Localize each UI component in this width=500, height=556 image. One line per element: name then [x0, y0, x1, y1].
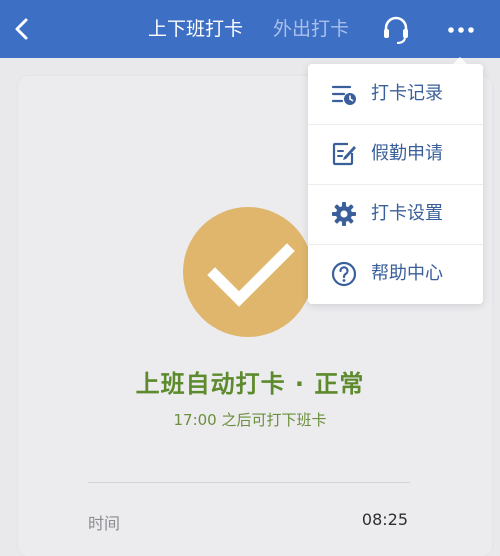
menu-item-label: 假勤申请	[371, 143, 443, 164]
menu-item-label: 打卡设置	[371, 203, 443, 224]
menu-item-label: 帮助中心	[371, 263, 443, 284]
menu-item-clock-records[interactable]: 打卡记录	[308, 64, 483, 124]
status-circle	[183, 207, 313, 337]
menu-item-clock-settings[interactable]: 打卡设置	[308, 184, 483, 244]
menu-item-label: 打卡记录	[371, 83, 443, 104]
menu-item-help-center[interactable]: 帮助中心	[308, 244, 483, 304]
record-icon	[331, 85, 356, 105]
time-value: 08:25	[361, 510, 408, 529]
status-subtitle: 17:00 之后可打下班卡	[173, 411, 327, 429]
check-icon	[207, 243, 295, 307]
tab-clock-in-out[interactable]: 上下班打卡	[148, 15, 243, 43]
time-label: 时间	[88, 514, 121, 533]
menu-item-leave-request[interactable]: 假勤申请	[308, 124, 483, 184]
headset-icon[interactable]	[380, 14, 412, 46]
help-icon	[331, 261, 357, 287]
more-icon[interactable]	[446, 16, 476, 44]
more-menu: 打卡记录 假勤申请 打卡设置 帮助中心	[308, 64, 483, 304]
top-nav-bar: 上下班打卡 外出打卡	[0, 0, 500, 58]
back-icon[interactable]	[8, 14, 38, 44]
edit-icon	[332, 142, 356, 166]
gear-icon	[332, 202, 356, 226]
divider	[88, 482, 410, 483]
status-title: 上班自动打卡 · 正常	[135, 370, 365, 398]
tab-field-clock-in[interactable]: 外出打卡	[273, 15, 349, 43]
